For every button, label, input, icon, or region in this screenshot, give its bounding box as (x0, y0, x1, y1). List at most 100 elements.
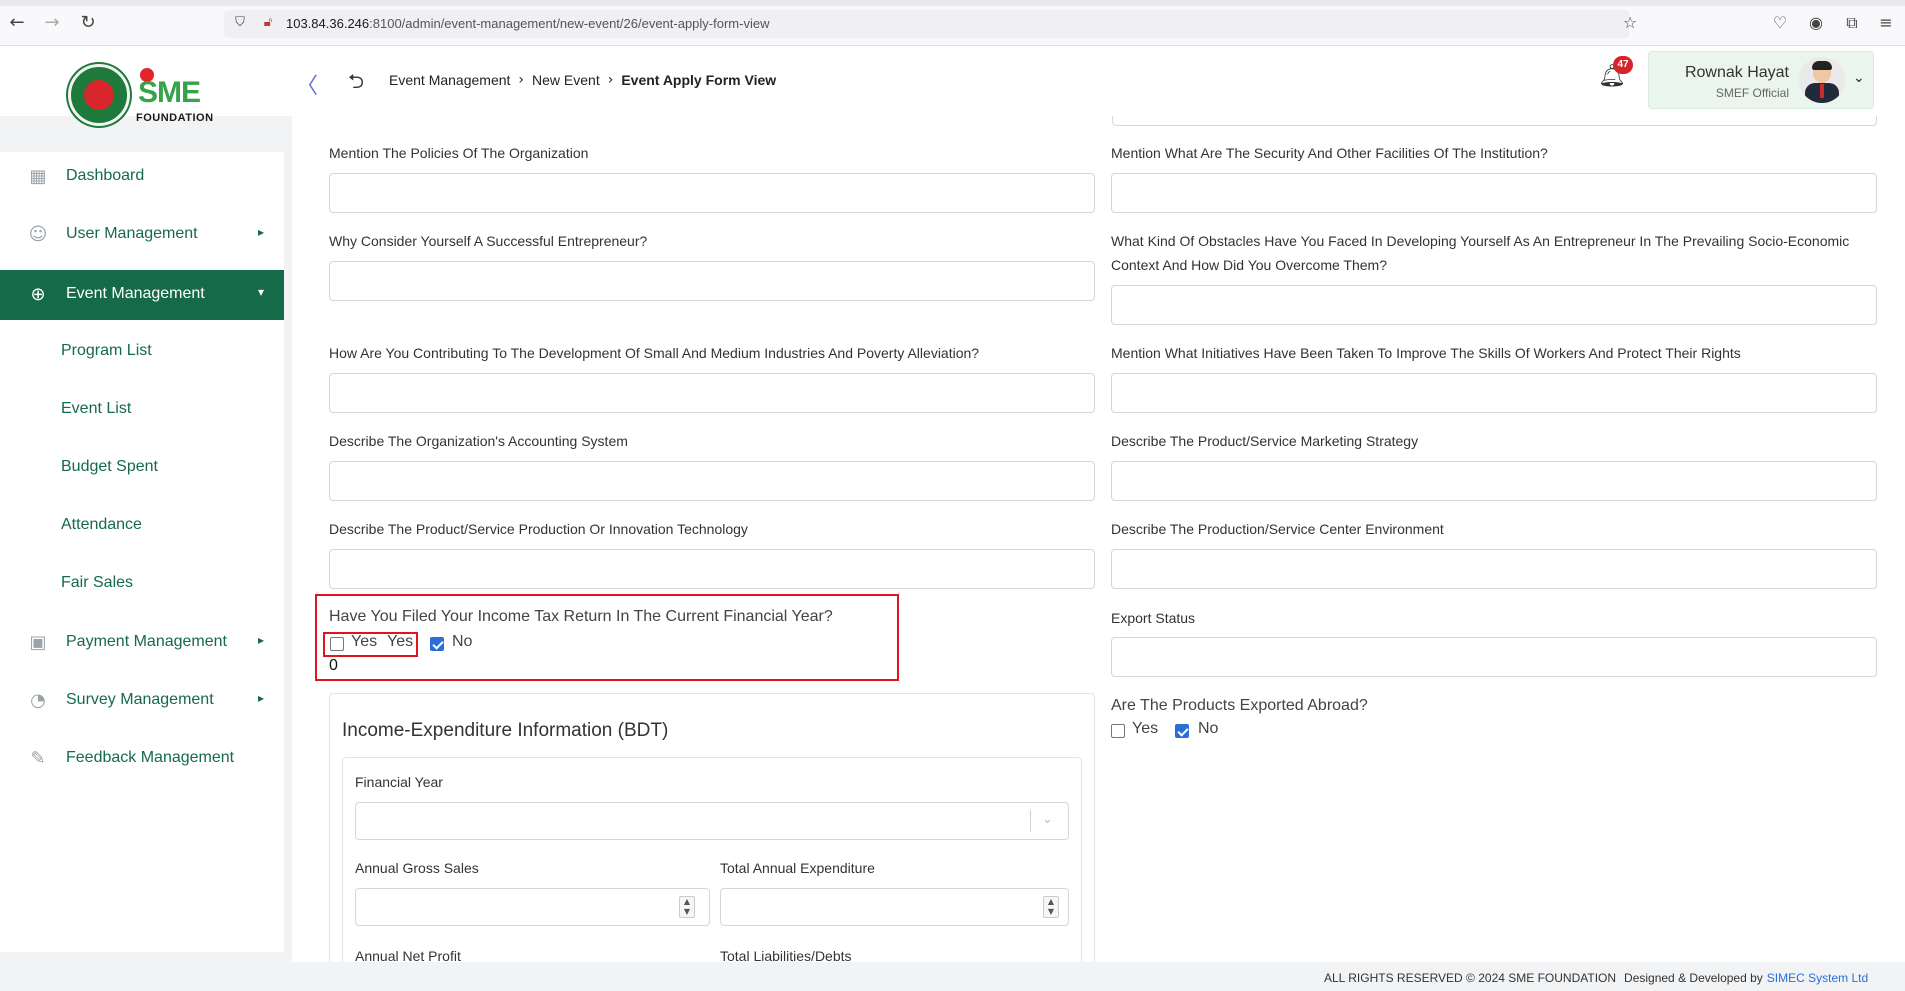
label-environment: Describe The Production/Service Center E… (1111, 521, 1444, 537)
sidebar-item-label: Payment Management (66, 633, 227, 650)
tax-no-label: No (452, 633, 473, 650)
user-role: SMEF Official (1715, 86, 1789, 100)
sidebar-item-feedback-management[interactable]: ✎ Feedback Management (0, 734, 284, 784)
chevron-down-icon[interactable]: ⌄ (1853, 70, 1865, 86)
sidebar-item-label: Feedback Management (66, 749, 235, 766)
sidebar-item-user-management[interactable]: ☺ User Management ▸ (0, 210, 284, 260)
sidebar-item-label: Survey Management (66, 691, 214, 708)
production-input[interactable] (329, 549, 1095, 589)
chevron-down-icon: ▾ (258, 285, 265, 299)
total-annual-expenditure-input[interactable] (720, 888, 1069, 926)
label-marketing: Describe The Product/Service Marketing S… (1111, 433, 1419, 449)
user-icon: ☺ (28, 224, 48, 245)
select-separator (1030, 810, 1031, 832)
tax-yes-value: Yes (387, 633, 414, 650)
export-yes-label: Yes (1132, 720, 1159, 737)
user-name: Rownak Hayat (1684, 64, 1789, 81)
grid-icon: ▦ (29, 166, 47, 187)
notification-badge: 47 (1613, 56, 1633, 74)
tax-yes-checkbox[interactable] (330, 637, 344, 651)
label-initiatives: Mention What Initiatives Have Been Taken… (1111, 345, 1741, 361)
policies-input[interactable] (329, 173, 1095, 213)
label-total-liabilities: Total Liabilities/Debts (720, 948, 852, 962)
initiatives-input[interactable] (1111, 373, 1877, 413)
sidebar-item-survey-management[interactable]: ◔ Survey Management ▸ (0, 676, 284, 726)
footer-brand-link[interactable]: SIMEC System Ltd (1767, 971, 1868, 985)
chevron-right-icon: ▸ (258, 225, 265, 239)
sidebar-item-label: Event Management (66, 285, 205, 302)
government-emblem-logo (68, 64, 130, 126)
label-annual-net-profit: Annual Net Profit (355, 948, 461, 962)
environment-input[interactable] (1111, 549, 1877, 589)
account-icon[interactable]: ◉ (1806, 13, 1826, 33)
breadcrumb-event-management[interactable]: Event Management (389, 72, 510, 88)
security-input[interactable] (1111, 173, 1877, 213)
obstacles-input[interactable] (1111, 285, 1877, 325)
contributing-input[interactable] (329, 373, 1095, 413)
extensions-icon[interactable]: ⧉ (1842, 13, 1862, 33)
browser-toolbar: ← → ↻ ⛉ 🔓︎ 103.84.36.246:8100/admin/even… (0, 0, 1905, 46)
tax-yes-label: Yes (351, 633, 378, 650)
sidebar-item-payment-management[interactable]: ▣ Payment Management ▸ (0, 618, 284, 668)
annual-gross-sales-input[interactable] (355, 888, 710, 926)
breadcrumb-new-event[interactable]: New Event (532, 72, 600, 88)
export-status-input[interactable] (1111, 637, 1877, 677)
export-yes-checkbox[interactable] (1111, 724, 1125, 738)
pocket-icon[interactable]: ♡ (1770, 13, 1790, 33)
label-total-annual-expenditure: Total Annual Expenditure (720, 860, 875, 876)
browser-back-icon[interactable]: ← (7, 13, 27, 33)
financial-year-select[interactable] (355, 802, 1069, 840)
sidebar-item-event-management[interactable]: ⊕ Event Management ▾ (0, 270, 284, 320)
sme-foundation-logo[interactable]: SME FOUNDATION (136, 66, 218, 124)
label-contributing: How Are You Contributing To The Developm… (329, 345, 980, 361)
partial-input-field[interactable] (1112, 116, 1877, 126)
chevron-right-icon: › (607, 72, 614, 88)
browser-reload-icon[interactable]: ↻ (78, 13, 98, 33)
label-exported-abroad: Are The Products Exported Abroad? (1111, 697, 1368, 714)
footer: ALL RIGHTS RESERVED © 2024 SME FOUNDATIO… (292, 962, 1905, 991)
insecure-lock-icon[interactable]: 🔓︎ (258, 13, 278, 33)
sidebar-item-dashboard[interactable]: ▦ Dashboard (0, 152, 284, 202)
user-profile-menu[interactable]: Rownak Hayat SMEF Official ⌄ (1648, 51, 1874, 109)
successful-input[interactable] (329, 261, 1095, 301)
label-annual-gross-sales: Annual Gross Sales (355, 860, 479, 876)
logo-letters: SME (138, 76, 201, 109)
sidebar-item-label: Dashboard (66, 167, 145, 184)
label-export-status: Export Status (1111, 610, 1196, 626)
pie-icon: ◔ (30, 690, 46, 711)
breadcrumb: Event Management › New Event › Event App… (389, 72, 776, 88)
shield-icon[interactable]: ⛉ (230, 13, 250, 33)
money-icon: ▣ (29, 632, 47, 653)
label-successful: Why Consider Yourself A Successful Entre… (329, 233, 648, 249)
sidebar-subitem-fair-sales[interactable]: Fair Sales (61, 574, 133, 592)
chevron-down-icon[interactable]: ⌄ (1042, 812, 1053, 827)
label-accounting: Describe The Organization's Accounting S… (329, 433, 628, 449)
browser-forward-icon[interactable]: → (42, 13, 62, 33)
sidebar-subitem-attendance[interactable]: Attendance (61, 516, 142, 534)
chevron-right-icon: ▸ (258, 691, 265, 705)
tax-no-checkbox[interactable] (430, 637, 444, 651)
browser-url-text[interactable]: 103.84.36.246:8100/admin/event-managemen… (286, 16, 769, 31)
footer-text: ALL RIGHTS RESERVED © 2024 SME FOUNDATIO… (1324, 971, 1868, 985)
sidebar: ▦ Dashboard ☺ User Management ▸ ⊕ Event … (0, 152, 284, 952)
number-spinner-icon[interactable]: ▲ ▼ (679, 896, 695, 918)
number-spinner-icon[interactable]: ▲ ▼ (1043, 896, 1059, 918)
label-policies: Mention The Policies Of The Organization (329, 145, 589, 161)
footer-rights: ALL RIGHTS RESERVED © 2024 SME FOUNDATIO… (1324, 971, 1617, 985)
sidebar-subitem-event-list[interactable]: Event List (61, 400, 131, 418)
breadcrumb-current: Event Apply Form View (621, 72, 777, 88)
sidebar-subitem-budget-spent[interactable]: Budget Spent (61, 458, 158, 476)
marketing-input[interactable] (1111, 461, 1877, 501)
label-security: Mention What Are The Security And Other … (1111, 145, 1548, 161)
browser-tab-strip (0, 0, 1905, 6)
accounting-input[interactable] (329, 461, 1095, 501)
export-no-checkbox[interactable] (1175, 724, 1189, 738)
chevron-right-icon: ▸ (258, 633, 265, 647)
income-expenditure-title: Income-Expenditure Information (BDT) (342, 720, 669, 741)
sidebar-subitem-program-list[interactable]: Program List (61, 342, 152, 360)
back-arrow-icon[interactable]: ⮌ (348, 67, 364, 101)
bookmark-star-icon[interactable]: ☆ (1620, 13, 1640, 33)
chevron-right-icon: › (518, 72, 525, 88)
sidebar-collapse-icon[interactable]: 〈 (296, 68, 318, 100)
browser-menu-icon[interactable]: ≡ (1876, 13, 1896, 33)
